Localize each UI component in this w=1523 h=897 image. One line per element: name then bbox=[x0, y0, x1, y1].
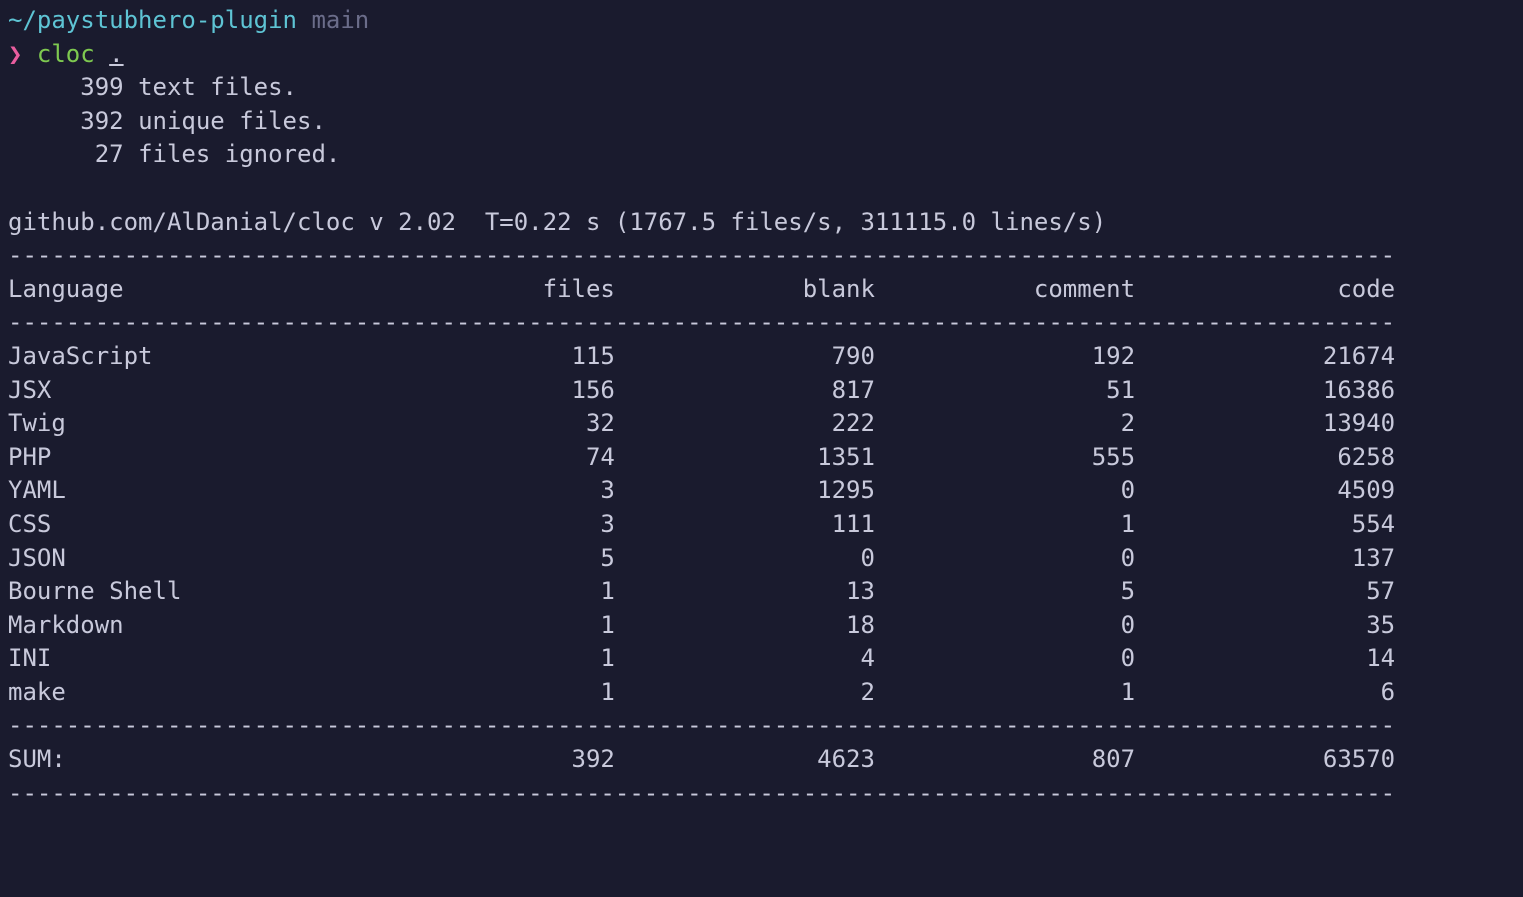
table-row: PHP 74 1351 555 6258 bbox=[8, 441, 1515, 475]
summary-ignored: 27 files ignored. bbox=[8, 138, 1515, 172]
summary-text-files: 399 text files. bbox=[8, 71, 1515, 105]
command-args: . bbox=[109, 40, 123, 68]
terminal-output[interactable]: ~/paystubhero-plugin main ❯ cloc . 399 t… bbox=[8, 4, 1515, 810]
table-body: JavaScript 115 790 192 21674JSX 156 817 … bbox=[8, 340, 1515, 710]
sum-row: SUM: 392 4623 807 63570 bbox=[8, 743, 1515, 777]
table-row: Bourne Shell 1 13 5 57 bbox=[8, 575, 1515, 609]
blank-line bbox=[8, 172, 1515, 206]
text-files-count: 399 bbox=[80, 73, 123, 101]
command-name: cloc bbox=[37, 40, 95, 68]
divider-sum-top: ----------------------------------------… bbox=[8, 709, 1515, 743]
prompt-symbol: ❯ bbox=[8, 40, 22, 68]
table-row: make 1 2 1 6 bbox=[8, 676, 1515, 710]
cwd-path: ~/paystubhero-plugin bbox=[8, 6, 297, 34]
table-row: JavaScript 115 790 192 21674 bbox=[8, 340, 1515, 374]
table-row: Markdown 1 18 0 35 bbox=[8, 609, 1515, 643]
ignored-count: 27 bbox=[95, 140, 124, 168]
table-row: YAML 3 1295 0 4509 bbox=[8, 474, 1515, 508]
divider-top: ----------------------------------------… bbox=[8, 239, 1515, 273]
git-branch: main bbox=[311, 6, 369, 34]
unique-files-label: unique files. bbox=[138, 107, 326, 135]
command-line: ❯ cloc . bbox=[8, 38, 1515, 72]
table-row: Twig 32 222 2 13940 bbox=[8, 407, 1515, 441]
unique-files-count: 392 bbox=[80, 107, 123, 135]
table-row: JSON 5 0 0 137 bbox=[8, 542, 1515, 576]
ignored-label: files ignored. bbox=[138, 140, 340, 168]
table-header: Language files blank comment code bbox=[8, 273, 1515, 307]
table-row: INI 1 4 0 14 bbox=[8, 642, 1515, 676]
text-files-label: text files. bbox=[138, 73, 297, 101]
prompt-line-1: ~/paystubhero-plugin main bbox=[8, 4, 1515, 38]
table-row: CSS 3 111 1 554 bbox=[8, 508, 1515, 542]
meta-line: github.com/AlDanial/cloc v 2.02 T=0.22 s… bbox=[8, 206, 1515, 240]
divider-bottom: ----------------------------------------… bbox=[8, 777, 1515, 811]
table-row: JSX 156 817 51 16386 bbox=[8, 374, 1515, 408]
divider-header: ----------------------------------------… bbox=[8, 306, 1515, 340]
summary-unique-files: 392 unique files. bbox=[8, 105, 1515, 139]
